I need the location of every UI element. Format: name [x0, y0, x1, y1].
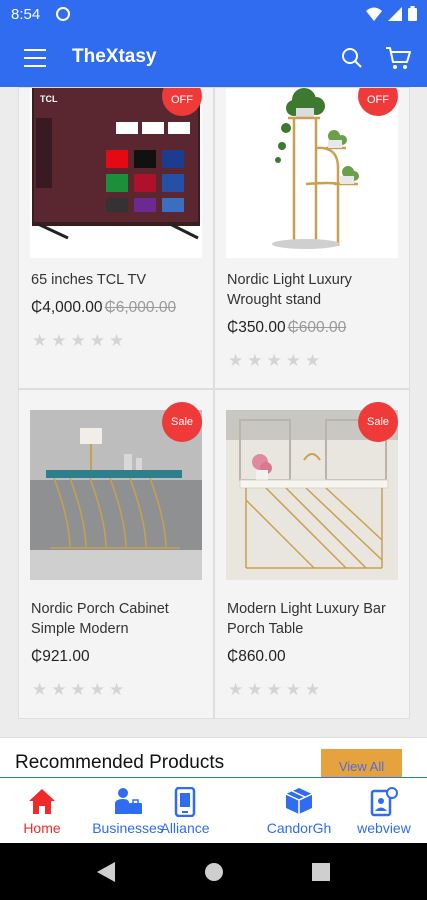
- star-icon: ★: [70, 331, 86, 350]
- price-row: ₵4,000.00 ₵6,000.00: [31, 299, 176, 317]
- price-row: ₵921.00: [31, 648, 90, 666]
- rating-stars: ★ ★ ★ ★ ★: [228, 681, 320, 698]
- menu-icon[interactable]: [24, 49, 46, 67]
- product-price: ₵4,000.00: [31, 299, 103, 316]
- nav-label: webview: [357, 820, 411, 836]
- home-button-icon[interactable]: [204, 862, 224, 882]
- notification-icon: [56, 7, 70, 21]
- rating-stars: ★ ★ ★ ★ ★: [32, 681, 124, 698]
- tv-brand-label: TCL: [40, 94, 58, 104]
- product-card[interactable]: TCL OFF 65 inches TCL TV ₵4,000.00 ₵6,000…: [18, 87, 214, 389]
- star-icon: ★: [247, 351, 263, 370]
- star-icon: ★: [89, 331, 105, 350]
- star-icon: ★: [285, 680, 301, 699]
- star-icon: ★: [228, 351, 244, 370]
- battery-icon: [408, 6, 417, 21]
- system-nav-bar: [0, 843, 427, 900]
- star-icon: ★: [51, 331, 67, 350]
- star-icon: ★: [266, 680, 282, 699]
- rating-stars: ★ ★ ★ ★ ★: [32, 332, 124, 349]
- product-card[interactable]: OFF Nordic Light Luxury Wrought stand ₵3…: [214, 87, 410, 389]
- star-icon: ★: [305, 351, 321, 370]
- product-grid: TCL OFF 65 inches TCL TV ₵4,000.00 ₵6,000…: [18, 87, 410, 719]
- nav-label: CandorGh: [266, 820, 332, 836]
- status-bar: 8:54: [0, 0, 427, 30]
- star-icon: ★: [247, 680, 263, 699]
- section-title: Recommended Products: [15, 752, 225, 773]
- product-name: Nordic Porch Cabinet Simple Modern: [31, 601, 169, 637]
- nav-item-candorgh[interactable]: CandorGh: [258, 778, 340, 844]
- rating-stars: ★ ★ ★ ★ ★: [228, 352, 320, 369]
- signal-icon: [388, 6, 402, 21]
- star-icon: ★: [305, 680, 321, 699]
- nav-label: Alliance: [160, 820, 210, 836]
- product-name: Modern Light Luxury Bar Porch Table: [227, 601, 386, 637]
- app-bar: TheXtasy: [0, 30, 427, 87]
- star-icon: ★: [109, 680, 125, 699]
- star-icon: ★: [266, 351, 282, 370]
- business-person-icon: [115, 788, 142, 814]
- recommended-section: Recommended Products View All: [0, 737, 427, 780]
- sale-badge: Sale: [162, 402, 202, 442]
- price-row: ₵350.00 ₵600.00: [227, 319, 346, 337]
- star-icon: ★: [285, 351, 301, 370]
- star-icon: ★: [32, 680, 48, 699]
- star-icon: ★: [228, 680, 244, 699]
- wifi-icon: [366, 7, 382, 21]
- bottom-nav: Home Businesses Alliance CandorGh webvie…: [0, 777, 427, 844]
- cart-icon[interactable]: [385, 45, 411, 71]
- product-card[interactable]: Sale Nordic Porch Cabinet Simple Modern …: [18, 389, 214, 719]
- nav-item-alliance[interactable]: Alliance: [154, 778, 216, 844]
- product-price: ₵921.00: [31, 648, 90, 665]
- product-name: 65 inches TCL TV: [31, 272, 146, 288]
- product-name: Nordic Light Luxury Wrought stand: [227, 272, 352, 308]
- status-time: 8:54: [11, 6, 41, 23]
- star-icon: ★: [51, 680, 67, 699]
- star-icon: ★: [109, 331, 125, 350]
- product-old-price: ₵6,000.00: [104, 299, 177, 316]
- recents-icon[interactable]: [312, 863, 330, 881]
- sale-badge: Sale: [358, 402, 398, 442]
- phone-icon: [174, 787, 196, 817]
- product-price: ₵860.00: [227, 648, 286, 665]
- home-icon: [29, 789, 55, 814]
- product-price: ₵350.00: [227, 319, 286, 336]
- nav-item-webview[interactable]: webview: [350, 778, 418, 844]
- app-title: TheXtasy: [72, 46, 157, 67]
- star-icon: ★: [32, 331, 48, 350]
- nav-item-home[interactable]: Home: [14, 778, 70, 844]
- box-icon: [285, 788, 313, 814]
- star-icon: ★: [89, 680, 105, 699]
- view-all-button[interactable]: View All: [321, 749, 402, 780]
- back-icon[interactable]: [97, 862, 115, 882]
- contact-settings-icon: [370, 787, 398, 817]
- price-row: ₵860.00: [227, 648, 286, 666]
- nav-label: Home: [23, 820, 61, 836]
- star-icon: ★: [70, 680, 86, 699]
- search-icon[interactable]: [341, 47, 363, 69]
- product-old-price: ₵600.00: [287, 319, 347, 336]
- status-icons: [366, 6, 417, 21]
- product-card[interactable]: Sale Modern Light Luxury Bar Porch Table…: [214, 389, 410, 719]
